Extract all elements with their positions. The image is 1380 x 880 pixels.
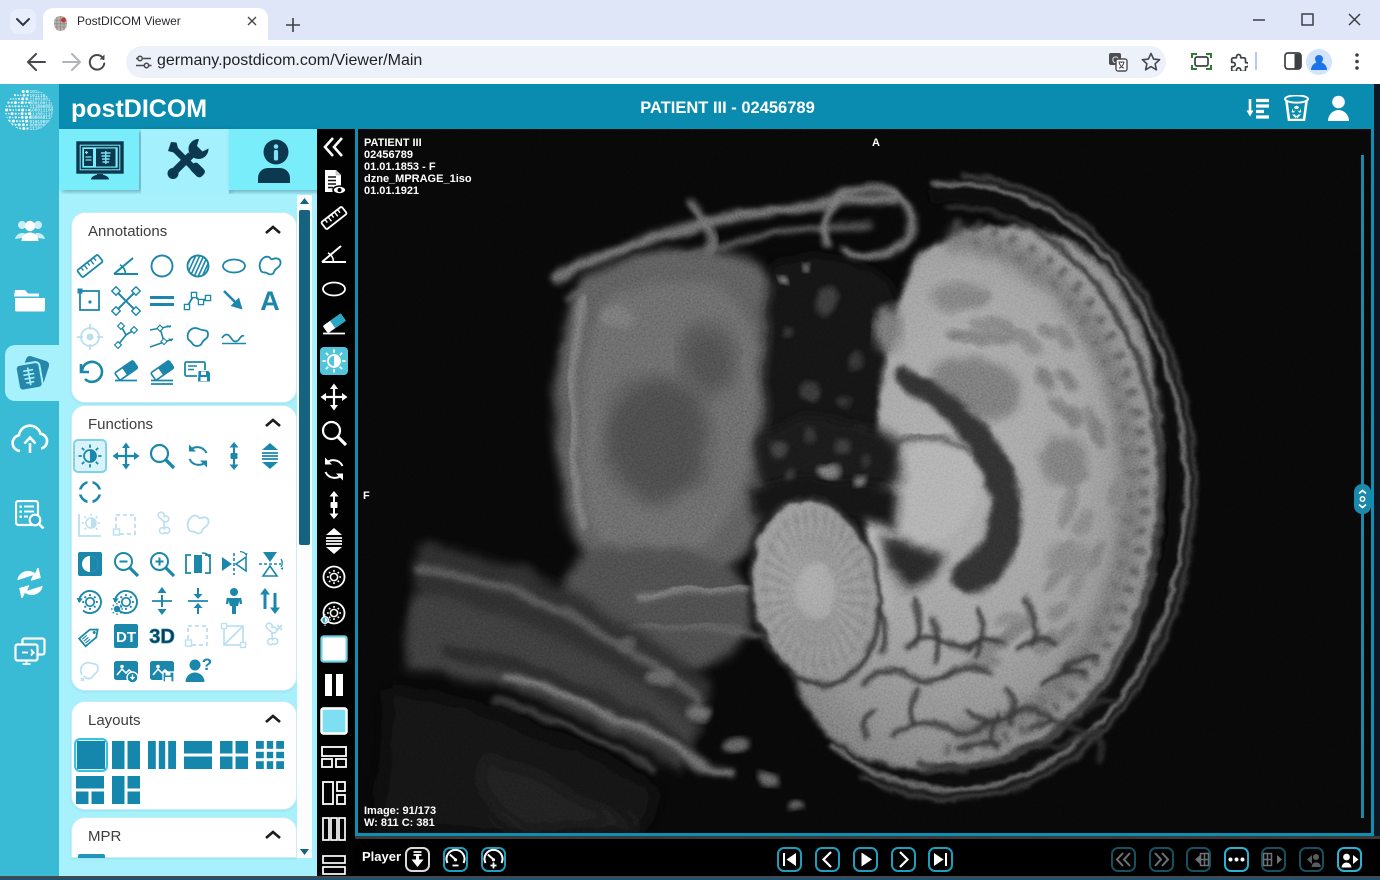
svg-text:000111011: 000111011 <box>30 131 54 132</box>
svg-text:3D: 3D <box>149 626 175 648</box>
svg-text:DT: DT <box>116 629 136 646</box>
svg-text:111000101: 111000101 <box>30 127 54 132</box>
svg-text:?: ? <box>202 656 212 674</box>
svg-text:A: A <box>260 286 280 316</box>
